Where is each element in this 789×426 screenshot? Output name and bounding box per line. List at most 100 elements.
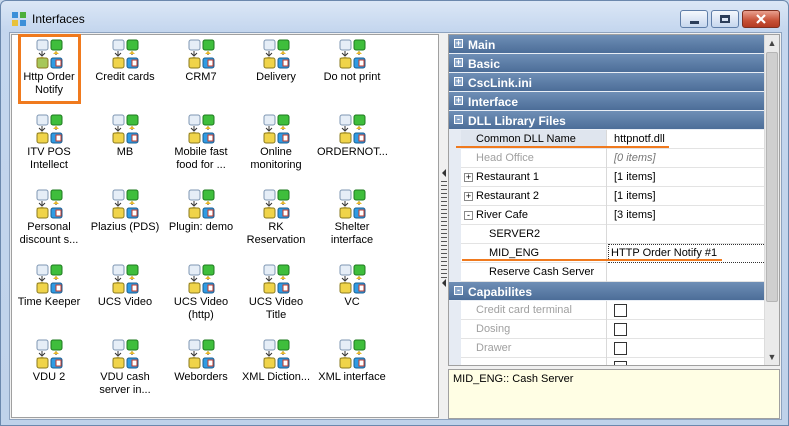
interface-item-label: Shelter interface (330, 221, 374, 246)
interface-plugin-icon (109, 338, 141, 370)
property-grid[interactable]: Drawer Dosing Credit card terminal - Capabil… (448, 34, 780, 366)
interface-item-label: Plazius (PDS) (90, 221, 160, 233)
expand-icon[interactable]: + (464, 192, 473, 201)
interface-item[interactable]: Personal discount s... (14, 186, 84, 258)
property-checkbox[interactable] (614, 361, 627, 365)
property-value[interactable]: [0 items] (608, 149, 766, 168)
property-name[interactable]: Reserve Cash Server (461, 263, 607, 282)
property-row[interactable] (449, 358, 766, 365)
property-category[interactable]: + Interface (449, 92, 766, 111)
interfaces-app-icon (12, 12, 26, 26)
interface-item[interactable]: XML Diction... (241, 336, 311, 408)
close-button[interactable] (742, 10, 780, 28)
property-row[interactable]: SERVER2 (449, 225, 766, 244)
property-category[interactable]: + CscLink.ini (449, 73, 766, 92)
property-row[interactable]: Dosing (449, 320, 766, 339)
interface-item[interactable]: UCS Video (http) (166, 261, 236, 333)
collapse-icon[interactable]: - (454, 115, 463, 124)
splitter-grip (441, 213, 447, 214)
splitter-grip (441, 193, 447, 194)
expand-icon[interactable]: + (454, 96, 463, 105)
splitter-grip (441, 225, 447, 226)
splitter-arrow-icon (442, 279, 446, 287)
property-name[interactable]: SERVER2 (461, 225, 607, 244)
collapse-icon[interactable]: - (464, 211, 473, 220)
property-value[interactable] (608, 263, 766, 282)
maximize-button[interactable] (711, 10, 739, 28)
interface-item[interactable]: Time Keeper (14, 261, 84, 333)
interfaces-icon-list[interactable]: Http Order Notify Credit cards CRM7 Deliver… (11, 34, 439, 418)
property-row[interactable]: + Restaurant 2 [1 items] (449, 187, 766, 206)
property-value[interactable]: [3 items] (608, 206, 766, 225)
property-row[interactable]: Reserve Cash Server (449, 263, 766, 282)
property-name[interactable]: - River Cafe (461, 206, 607, 225)
collapse-icon[interactable]: - (454, 286, 463, 295)
property-category[interactable]: + Basic (449, 54, 766, 73)
interface-item[interactable]: ITV POS Intellect (14, 111, 84, 183)
splitter-grip (441, 189, 447, 190)
interface-item[interactable]: XML interface (317, 336, 387, 408)
interface-item[interactable]: Online monitoring (241, 111, 311, 183)
interface-item[interactable]: Shelter interface (317, 186, 387, 258)
property-value[interactable]: [1 items] (608, 168, 766, 187)
interface-item[interactable]: Weborders (166, 336, 236, 408)
interface-plugin-icon (33, 113, 65, 145)
property-name[interactable] (461, 358, 607, 365)
interface-item[interactable]: Mobile fast food for ... (166, 111, 236, 183)
close-icon (756, 14, 766, 24)
property-name[interactable]: Head Office (461, 149, 607, 168)
interface-item[interactable]: Plugin: demo (166, 186, 236, 258)
property-value[interactable] (608, 225, 766, 244)
scrollbar-thumb[interactable] (766, 52, 778, 302)
property-row[interactable]: + Restaurant 1 [1 items] (449, 168, 766, 187)
interface-plugin-icon (33, 263, 65, 295)
property-grid-scrollbar[interactable]: ▲ ▼ (764, 35, 779, 365)
interface-item[interactable]: ORDERNOT... (317, 111, 388, 183)
interface-item[interactable]: VDU 2 (14, 336, 84, 408)
property-name[interactable]: Credit card terminal (461, 301, 607, 320)
interface-item[interactable]: Credit cards (90, 36, 160, 108)
property-name[interactable]: + Restaurant 1 (461, 168, 607, 187)
interface-item[interactable]: Delivery (241, 36, 311, 108)
interface-item[interactable]: CRM7 (166, 36, 236, 108)
property-row[interactable]: Head Office [0 items] (449, 149, 766, 168)
property-category[interactable]: + Main (449, 35, 766, 54)
scroll-down-icon[interactable]: ▼ (767, 350, 777, 364)
interface-item[interactable]: UCS Video (90, 261, 160, 333)
title-bar[interactable]: Interfaces (1, 1, 788, 31)
property-row[interactable]: Credit card terminal (449, 301, 766, 320)
interfaces-window: Interfaces Http Order Notify Credit cards… (0, 0, 789, 426)
expand-icon[interactable]: + (454, 58, 463, 67)
property-name[interactable]: Drawer (461, 339, 607, 358)
interface-item[interactable]: Plazius (PDS) (90, 186, 160, 258)
expand-icon[interactable]: + (454, 39, 463, 48)
interface-item[interactable]: UCS Video Title (241, 261, 311, 333)
interface-item[interactable]: Do not print (317, 36, 387, 108)
interface-item[interactable]: MB (90, 111, 160, 183)
property-name[interactable]: Dosing (461, 320, 607, 339)
scroll-up-icon[interactable]: ▲ (767, 36, 777, 50)
highlight-underline (462, 259, 722, 261)
splitter[interactable] (440, 34, 448, 418)
expand-icon[interactable]: + (454, 77, 463, 86)
interface-item[interactable]: RK Reservation (241, 186, 311, 258)
property-row[interactable]: - River Cafe [3 items] (449, 206, 766, 225)
expand-icon[interactable]: + (464, 173, 473, 182)
splitter-grip (441, 269, 447, 270)
property-value[interactable]: [1 items] (608, 187, 766, 206)
interface-item[interactable]: VC (317, 261, 387, 333)
minimize-button[interactable] (680, 10, 708, 28)
property-checkbox[interactable] (614, 342, 627, 355)
category-label: Basic (468, 57, 501, 71)
property-category[interactable]: - Capabilites (449, 282, 766, 301)
splitter-grip (441, 201, 447, 202)
splitter-grip (441, 205, 447, 206)
interface-item[interactable]: VDU cash server in... (90, 336, 160, 408)
property-category[interactable]: - DLL Library Files (449, 111, 766, 130)
property-checkbox[interactable] (614, 304, 627, 317)
property-name[interactable]: + Restaurant 2 (461, 187, 607, 206)
property-checkbox[interactable] (614, 323, 627, 336)
maximize-icon (720, 15, 730, 23)
interface-plugin-icon (336, 38, 368, 70)
property-row[interactable]: Drawer (449, 339, 766, 358)
